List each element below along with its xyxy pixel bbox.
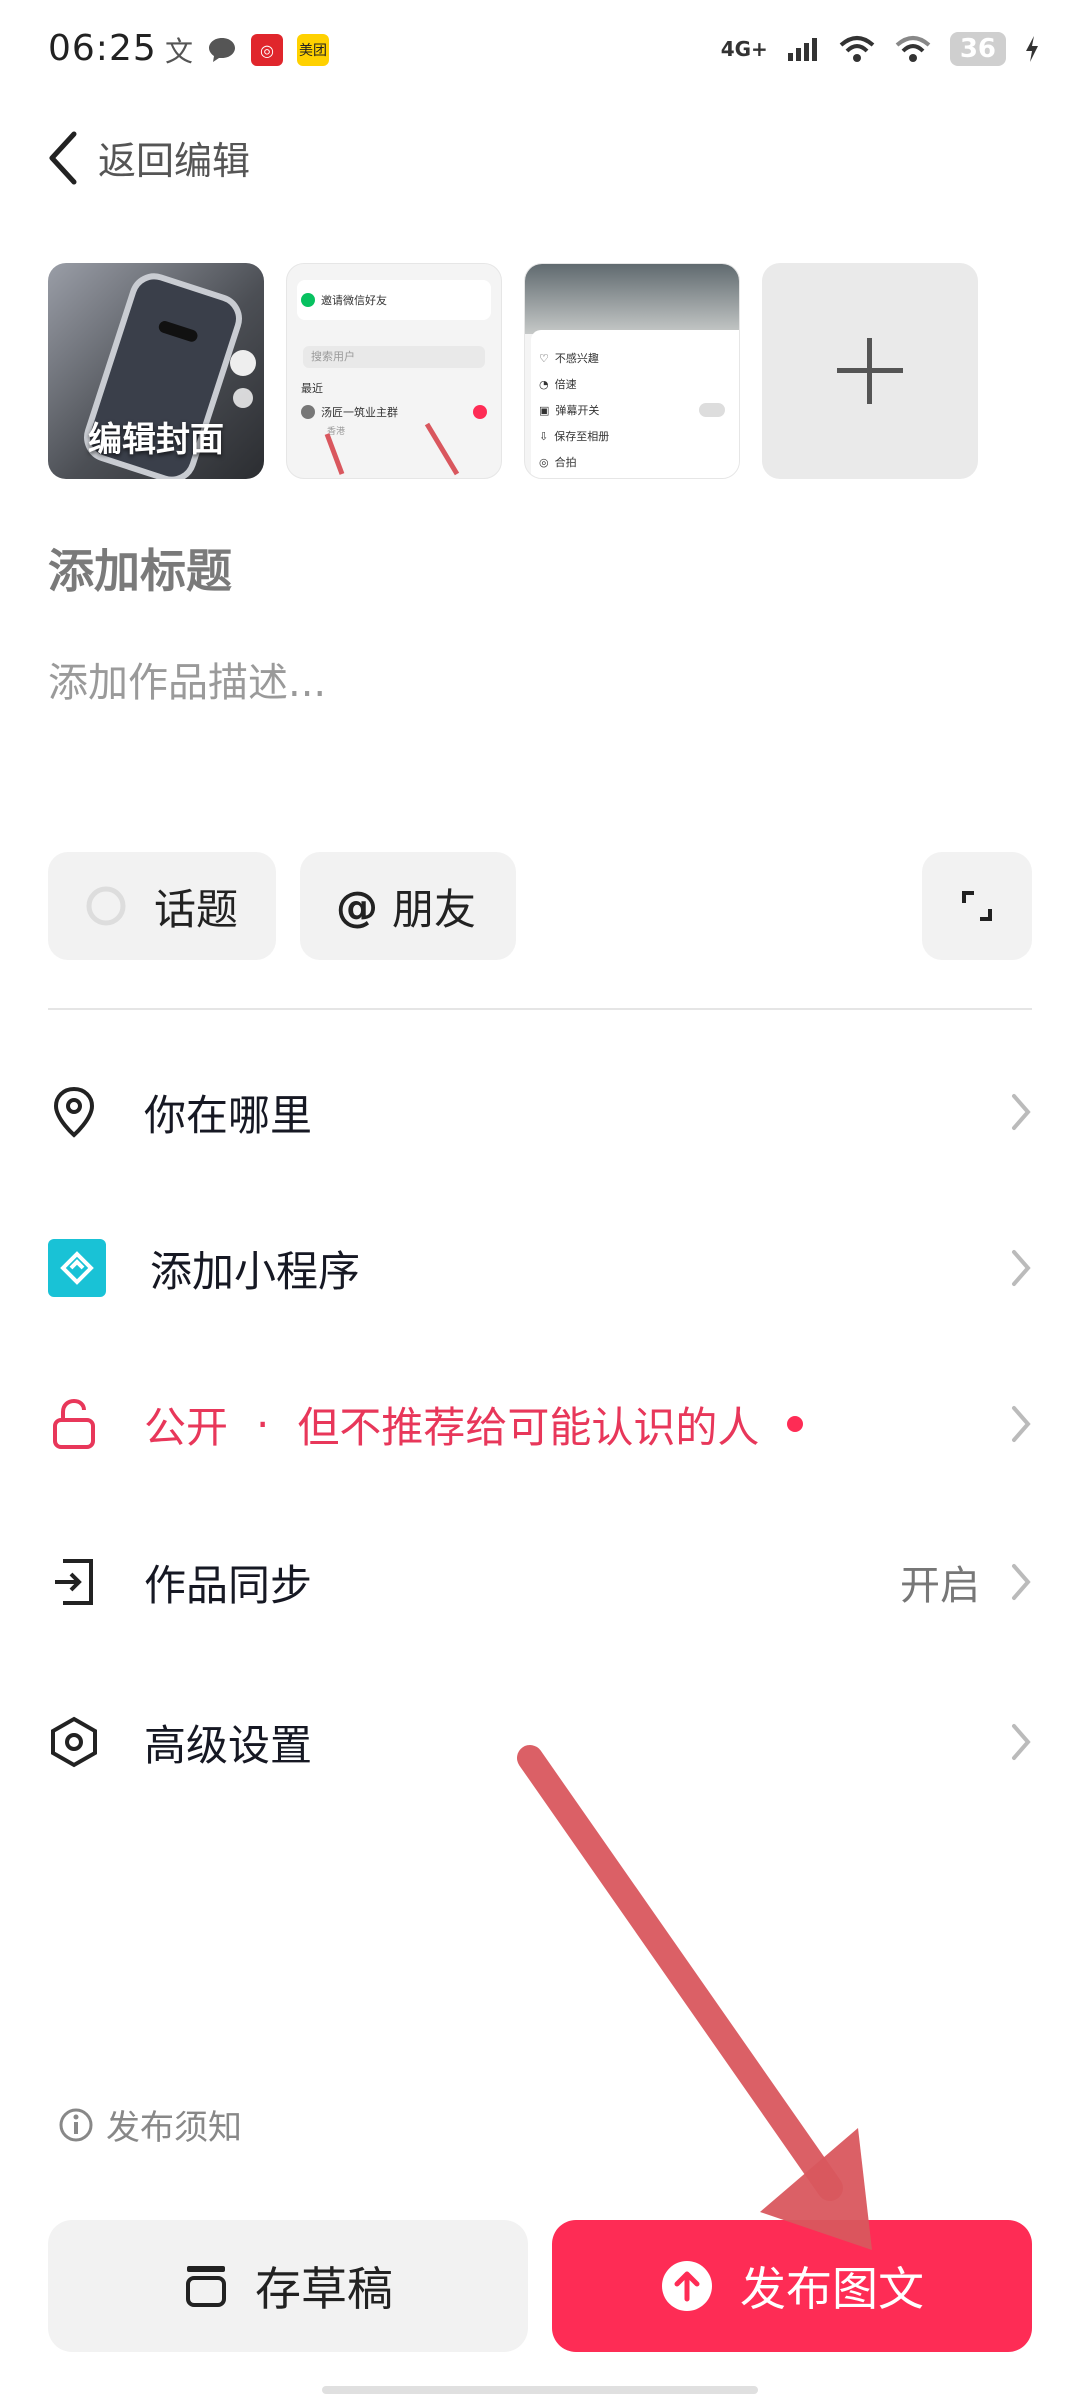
home-indicator [322, 2386, 758, 2394]
annotation-arrow [517, 1745, 872, 2250]
